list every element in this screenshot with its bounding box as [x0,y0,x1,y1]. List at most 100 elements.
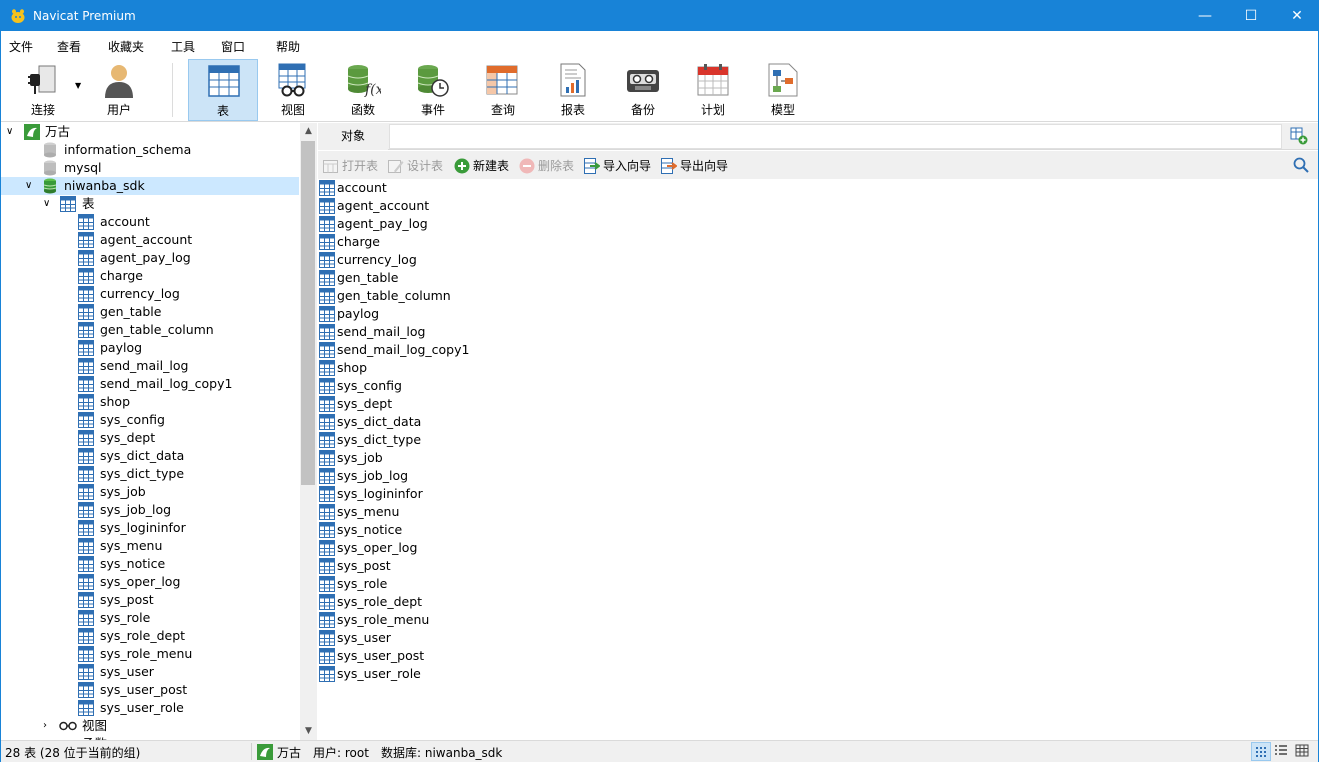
grid-view-button[interactable] [1251,742,1271,761]
object-list-item[interactable]: sys_role_menu [318,611,718,629]
menu-tools[interactable]: 工具 [171,38,195,55]
object-list-item[interactable]: sys_user_role [318,665,718,683]
object-list-item[interactable]: sys_user [318,629,718,647]
user-button[interactable]: 用户 [84,59,154,121]
tree-scrollbar[interactable]: ▲ ▼ [300,123,317,740]
event-button[interactable]: 事件 [398,59,468,121]
tree-table-item[interactable]: sys_config [1,411,300,429]
tree-connection[interactable]: ∨ 万古 [1,123,300,141]
object-list-item[interactable]: sys_user_post [318,647,718,665]
tree-table-item[interactable]: sys_menu [1,537,300,555]
tree-views-folder[interactable]: › 视图 [1,717,300,735]
object-list-item[interactable]: sys_dict_data [318,413,718,431]
view-button[interactable]: 视图 [258,59,328,121]
tree-table-item[interactable]: sys_user [1,663,300,681]
collapse-arrow-icon[interactable]: ∨ [6,123,13,141]
object-list-item[interactable]: sys_menu [318,503,718,521]
function-button[interactable]: f(x) 函数 [328,59,398,121]
tree-table-item[interactable]: sys_notice [1,555,300,573]
tree-database-selected[interactable]: ∨ niwanba_sdk [1,177,299,195]
object-list-item[interactable]: charge [318,233,718,251]
tree-table-item[interactable]: agent_pay_log [1,249,300,267]
menu-view[interactable]: 查看 [57,38,81,55]
search-icon[interactable] [1293,157,1309,173]
object-list-item[interactable]: currency_log [318,251,718,269]
expand-arrow-icon[interactable]: › [43,717,47,735]
object-list-item[interactable]: send_mail_log [318,323,718,341]
detail-view-button[interactable] [1293,742,1313,761]
tree-table-item[interactable]: sys_role_menu [1,645,300,663]
tree-database[interactable]: mysql [1,159,300,177]
connect-dropdown-icon[interactable]: ▼ [75,81,81,90]
object-list-item[interactable]: sys_oper_log [318,539,718,557]
object-list-item[interactable]: sys_config [318,377,718,395]
tree-table-item[interactable]: sys_dict_type [1,465,300,483]
tree-table-item[interactable]: sys_dict_data [1,447,300,465]
tree-table-item[interactable]: paylog [1,339,300,357]
tree-table-label: sys_oper_log [100,574,181,589]
scroll-down-icon[interactable]: ▼ [300,723,317,740]
schedule-button[interactable]: 计划 [678,59,748,121]
tree-table-item[interactable]: charge [1,267,300,285]
object-list-item[interactable]: sys_dict_type [318,431,718,449]
object-list-item[interactable]: account [318,179,718,197]
tree-table-item[interactable]: send_mail_log [1,357,300,375]
tree-table-item[interactable]: sys_user_post [1,681,300,699]
backup-button[interactable]: 备份 [608,59,678,121]
object-list-label: sys_user_post [337,648,425,663]
minimize-button[interactable]: — [1182,1,1228,31]
menu-window[interactable]: 窗口 [221,38,245,55]
tree-database[interactable]: information_schema [1,141,300,159]
list-view-button[interactable] [1272,742,1292,761]
tree-table-item[interactable]: sys_role_dept [1,627,300,645]
tree-table-item[interactable]: sys_role [1,609,300,627]
tree-table-item[interactable]: sys_logininfor [1,519,300,537]
menu-file[interactable]: 文件 [9,38,33,55]
tree-table-item[interactable]: sys_job_log [1,501,300,519]
tree-table-item[interactable]: sys_user_role [1,699,300,717]
tree-table-item[interactable]: agent_account [1,231,300,249]
tree-table-item[interactable]: sys_dept [1,429,300,447]
collapse-arrow-icon[interactable]: ∨ [25,177,32,195]
tree-table-item[interactable]: sys_post [1,591,300,609]
scroll-up-icon[interactable]: ▲ [300,123,317,140]
object-list-item[interactable]: shop [318,359,718,377]
connect-button[interactable]: ▼ 连接 [9,59,85,121]
object-list-item[interactable]: agent_pay_log [318,215,718,233]
tree-table-item[interactable]: gen_table [1,303,300,321]
object-list-item[interactable]: sys_post [318,557,718,575]
table-button[interactable]: 表 [188,59,258,121]
object-list-item[interactable]: gen_table [318,269,718,287]
menu-favorites[interactable]: 收藏夹 [108,38,144,55]
object-list-item[interactable]: sys_role [318,575,718,593]
maximize-button[interactable]: ☐ [1228,1,1274,31]
model-button[interactable]: 模型 [748,59,818,121]
object-list-item[interactable]: sys_role_dept [318,593,718,611]
tree-table-item[interactable]: sys_job [1,483,300,501]
tab-objects[interactable]: 对象 [318,123,388,150]
object-list-item[interactable]: send_mail_log_copy1 [318,341,718,359]
object-list-item[interactable]: sys_job [318,449,718,467]
tree-table-item[interactable]: currency_log [1,285,300,303]
tree-tables-folder[interactable]: ∨ 表 [1,195,300,213]
report-button[interactable]: 报表 [538,59,608,121]
tree-table-item[interactable]: sys_oper_log [1,573,300,591]
tree-table-item[interactable]: send_mail_log_copy1 [1,375,300,393]
object-list-item[interactable]: sys_logininfor [318,485,718,503]
tree-table-item[interactable]: account [1,213,300,231]
tree-table-item[interactable]: gen_table_column [1,321,300,339]
object-list-item[interactable]: agent_account [318,197,718,215]
menu-help[interactable]: 帮助 [276,38,300,55]
new-tab-icon[interactable] [1290,127,1308,145]
object-list-item[interactable]: sys_job_log [318,467,718,485]
close-button[interactable]: ✕ [1274,1,1319,31]
collapse-arrow-icon[interactable]: ∨ [43,195,50,213]
object-list-item[interactable]: paylog [318,305,718,323]
tree-table-item[interactable]: shop [1,393,300,411]
object-list-item[interactable]: gen_table_column [318,287,718,305]
query-button[interactable]: 查询 [468,59,538,121]
object-list-item[interactable]: sys_dept [318,395,718,413]
scrollbar-thumb[interactable] [301,141,315,485]
object-list-item[interactable]: sys_notice [318,521,718,539]
user-icon [101,62,137,98]
